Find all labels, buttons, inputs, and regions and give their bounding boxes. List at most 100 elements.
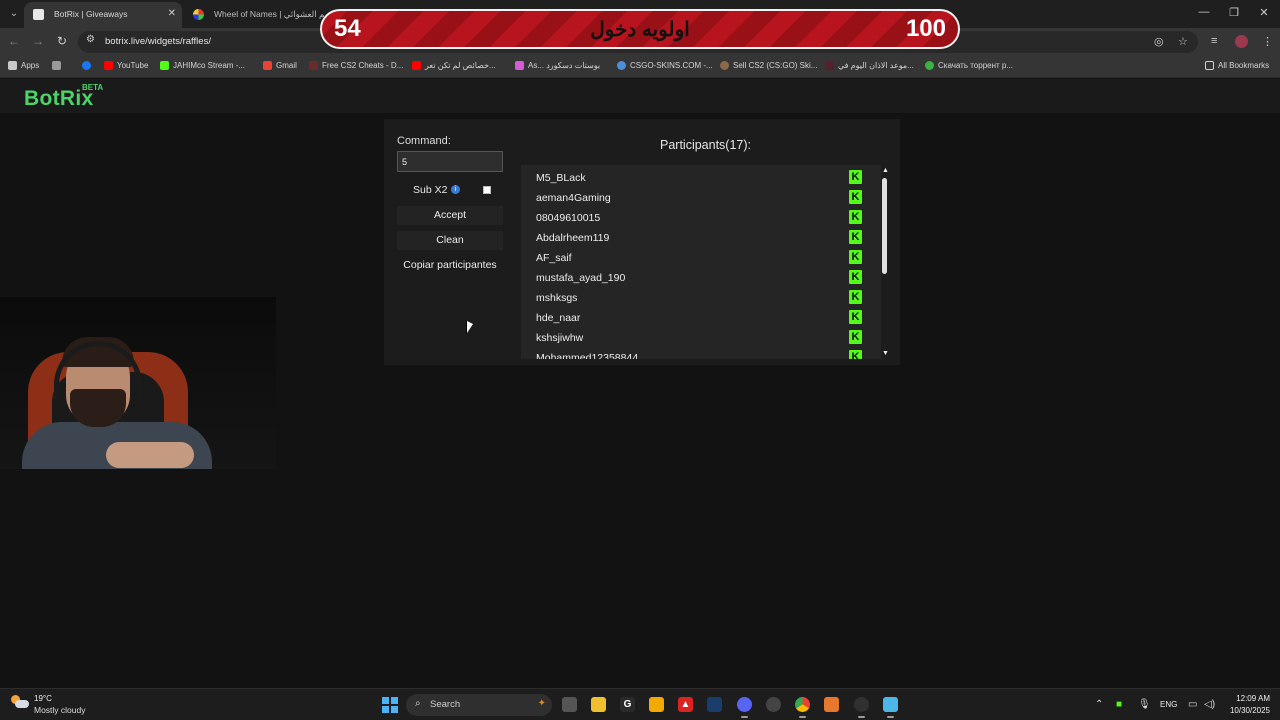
kick-icon: K [849,210,862,224]
participant-row[interactable]: Abdalrheem119 K [521,227,866,247]
clock-time[interactable]: 12:09 AM [1226,694,1270,703]
bookmark-icon [309,61,318,70]
accept-button[interactable]: Accept [397,206,503,225]
participant-row[interactable]: AF_saif K [521,247,866,267]
participants-list[interactable]: M5_BLack Kaeman4Gaming K 08049610015 K Abdalr… [521,165,881,359]
bookmark-arabic-video[interactable]: خصائص لم تكن تعر... [412,61,496,70]
sub-x2-label: Sub X2 [413,184,448,196]
raffle-widget: Command: Sub X2 i Accept Clean Copiar pa… [384,119,900,365]
weather-temperature[interactable]: 19°C [34,694,52,703]
eye-off-icon[interactable]: ◎ [1154,35,1164,48]
sub-x2-checkbox[interactable] [483,186,491,194]
clock-date[interactable]: 10/30/2025 [1220,706,1270,715]
tab-botrix[interactable]: BotRix | Giveaways ✕ [24,2,182,28]
bookmark-apps[interactable]: Apps [8,61,39,70]
tray-kick-icon[interactable]: ■ [1116,699,1122,710]
bookmark-prayer-times[interactable]: موعد الاذان اليوم في... [825,61,914,70]
file-explorer-icon[interactable] [591,697,606,712]
participant-name: Abdalrheem119 [536,232,610,244]
kick-icon: K [849,270,862,284]
participant-row[interactable]: Mohammed12358844 K [521,347,866,359]
reload-icon[interactable]: ↻ [54,34,70,48]
profile-avatar[interactable] [1235,35,1248,48]
weather-icon[interactable] [11,695,29,709]
taskbar-search[interactable]: ⌕ Search ✦ [406,694,552,716]
app-orange-icon[interactable] [649,697,664,712]
app-orange-triangle-icon[interactable] [824,697,839,712]
bookmarks-bar: Apps YouTube JAHIMco Stream -... Gmail F… [0,56,1280,78]
participant-row[interactable]: mshksgs K [521,287,866,307]
tab-search-icon[interactable]: ⌄ [6,6,22,22]
kick-icon: K [849,330,862,344]
priority-entry-overlay: 54 اولويه دخول 100 [320,9,960,49]
kick-icon: K [849,170,862,184]
participant-name: hde_naar [536,312,581,324]
back-icon[interactable]: ← [6,34,22,48]
windows-taskbar: 19°C Mostly cloudy ⌕ Search ✦ G ▲ ⌃ ■ 🎙 … [0,688,1280,720]
obs-icon[interactable] [854,697,869,718]
close-window-icon[interactable]: ✕ [1254,6,1274,19]
volume-icon[interactable]: ◁) [1204,699,1215,710]
discord-icon[interactable] [737,697,752,718]
tab-title: BotRix | Giveaways [54,9,128,19]
reading-list-icon[interactable]: ≡ [1211,35,1217,47]
bookmark-sell-cs2[interactable]: Sell CS2 (CS:GO) Ski... [720,61,817,70]
copy-participants-button[interactable]: Copiar participantes [397,259,503,271]
all-bookmarks[interactable]: All Bookmarks [1205,61,1269,70]
kick-icon: K [849,190,862,204]
gem-icon [515,61,524,70]
tab-wheel-of-names[interactable]: Wheel of Names | سم العشوائي [184,2,324,28]
participants-title: Participants(17): [660,138,752,152]
gmail-icon [263,61,272,70]
apps-grid-icon [8,61,17,70]
participant-row[interactable]: mustafa_ayad_190 K [521,267,866,287]
steam-icon[interactable] [707,697,722,712]
participant-row[interactable]: kshsjiwhw K [521,327,866,347]
scroll-down-icon[interactable]: ▼ [882,350,889,357]
participant-name: aeman4Gaming [536,192,611,204]
participant-row[interactable]: 08049610015 K [521,207,866,227]
overlay-title: اولويه دخول [590,19,690,41]
app-gear-red-icon[interactable] [766,697,781,712]
participant-row[interactable]: aeman4Gaming K [521,187,866,207]
weather-description[interactable]: Mostly cloudy [34,705,86,715]
command-input[interactable] [397,151,503,172]
bookmark-discord-posts[interactable]: As... بوستات دسكورد [515,61,600,70]
info-icon[interactable]: i [451,185,460,194]
notepad-icon[interactable] [883,697,898,718]
participant-row[interactable]: M5_BLack K [521,167,866,187]
clean-button[interactable]: Clean [397,231,503,250]
forward-icon[interactable]: → [30,34,46,48]
start-button[interactable] [382,697,398,713]
participant-name: M5_BLack [536,172,586,184]
bookmark-gmail[interactable]: Gmail [263,61,297,70]
youtube-icon [412,61,421,70]
app-red-icon[interactable]: ▲ [678,697,693,712]
close-tab-icon[interactable]: ✕ [168,2,176,26]
bookmark-star-icon[interactable]: ☆ [1178,35,1188,48]
site-info-icon[interactable]: ⚙ [86,34,95,45]
tray-overflow-icon[interactable]: ⌃ [1095,699,1103,710]
participant-row[interactable]: hde_naar K [521,307,866,327]
chrome-icon[interactable] [795,697,810,718]
minimize-icon[interactable]: — [1194,6,1214,18]
bookmark-csgo-skins[interactable]: CSGO-SKINS.COM -... [617,61,713,70]
bookmark-jahimco[interactable]: JAHIMco Stream -... [160,61,245,70]
logitech-icon[interactable]: G [620,697,635,712]
bookmark-cs2-cheats[interactable]: Free CS2 Cheats - D... [309,61,403,70]
menu-icon[interactable]: ⋮ [1262,35,1273,48]
language-indicator[interactable]: ENG [1160,700,1177,709]
bookmark-youtube[interactable]: YouTube [104,61,148,70]
task-view-icon[interactable] [562,697,577,712]
microphone-icon[interactable]: 🎙 [1138,699,1151,710]
tab-title: Wheel of Names | سم العشوائي [214,9,324,19]
scroll-up-icon[interactable]: ▲ [882,167,889,174]
bookmark-torrent[interactable]: Скачать торрент р... [925,61,1013,70]
participants-scrollbar[interactable] [882,178,887,274]
restore-icon[interactable]: ❐ [1224,6,1244,19]
bookmark-icon [720,61,729,70]
network-icon[interactable]: ▭ [1188,699,1197,710]
kick-icon: K [849,310,862,324]
botrix-header: BotRix BETA [0,79,1280,113]
wheel-favicon-icon [193,9,204,20]
